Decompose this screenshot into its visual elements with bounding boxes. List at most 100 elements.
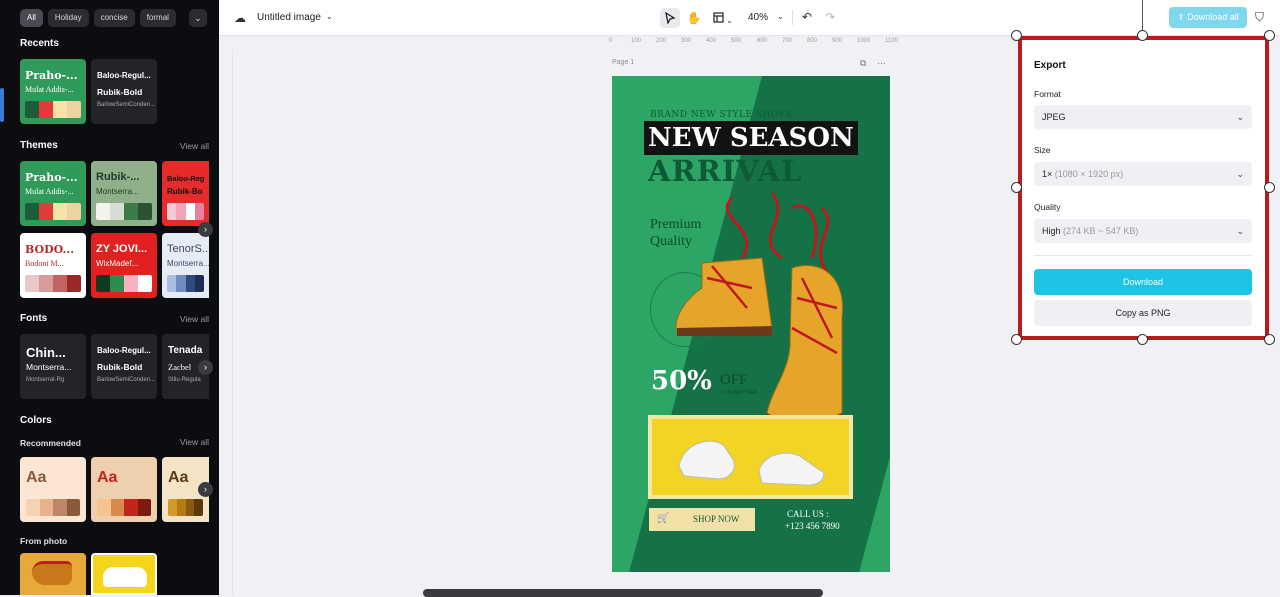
colors-title: Colors [20,415,52,426]
size-value: 1× [1042,169,1053,179]
redo-icon[interactable]: ↷ [825,10,835,24]
boots-image[interactable] [672,188,862,433]
export-panel: Export Format JPEG ⌄ Size 1× (1080 × 192… [1018,36,1269,340]
color-palette-card[interactable]: Aa [20,457,86,522]
recent-font-card[interactable]: Baloo-Regul... Rubik-Bold BarlowSemiCond… [91,59,157,124]
font-card[interactable]: Chin... Montserra... Montserrat-Rg [20,334,86,399]
undo-icon[interactable]: ↶ [802,10,812,24]
card-font-name: Praho-... [25,69,78,82]
ruler-tick: 500 [731,38,742,44]
photo-palette-thumbnail[interactable] [20,553,86,595]
download-all-label: Download all [1187,12,1239,22]
poster-contact[interactable]: CALL US : +123 456 7890 [785,508,840,532]
card-subfont-name: Bodoni M... [25,259,64,268]
ruler-tick: 700 [782,38,793,44]
poster-shop-now-button[interactable]: 🛒 SHOP NOW [649,508,755,531]
chevron-down-icon: ⌄ [1236,112,1244,122]
resize-handle-bottom[interactable] [1137,334,1148,345]
download-all-button[interactable]: ⇪ Download all [1169,7,1247,28]
ruler-tick: 400 [706,38,717,44]
recent-theme-card[interactable]: Praho-... Mulat Addis-... [20,59,86,124]
poster-page[interactable]: BRAND NEW STYLE SHOES NEW SEASON ARRIVAL… [612,76,890,572]
card-swatches [167,275,204,292]
copy-as-png-button[interactable]: Copy as PNG [1034,300,1252,326]
resize-handle-bottom-left[interactable] [1011,334,1022,345]
font-primary: Chin... [26,345,66,360]
layout-tool-icon[interactable]: ⌄ [709,8,737,28]
poster-sneaker-box[interactable] [648,415,853,499]
download-button[interactable]: Download [1034,269,1252,295]
resize-handle-top[interactable] [1137,30,1148,41]
cloud-icon[interactable]: ☁ [234,11,246,25]
font-tertiary: BarlowSemiConden... [97,377,156,383]
cart-icon: 🛒 [657,513,670,524]
chevron-down-icon: ⌄ [1236,226,1244,236]
ruler-tick: 200 [656,38,667,44]
sneaker-photo [652,419,849,495]
ruler-tick: 1000 [857,38,871,44]
themes-next-arrow-icon[interactable]: › [198,222,213,237]
colors-next-arrow-icon[interactable]: › [198,482,213,497]
resize-handle-top-left[interactable] [1011,30,1022,41]
theme-card[interactable]: Rubik-... Montserra... [91,161,157,226]
font-secondary: Zacbel [168,362,192,372]
fonts-next-arrow-icon[interactable]: › [198,360,213,375]
download-icon: ⇪ [1177,12,1188,22]
top-toolbar: ☁ Untitled image ⌄ ✋ ⌄ 40% ⌄ ↶ ↷ ⇪ Downl… [219,0,1280,36]
poster-off-label[interactable]: OFF [720,372,748,389]
chips-more-button[interactable]: ⌄ [188,9,207,27]
palette-swatches [26,499,80,516]
left-rail-indicator [0,88,4,122]
theme-card[interactable]: ZY JOVI... WixMadef... [91,233,157,298]
font-primary: Baloo-Regul... [97,71,151,80]
chevron-down-icon: ⌄ [1236,169,1244,179]
chevron-down-icon[interactable]: ⌄ [326,12,333,21]
fonts-view-all-link[interactable]: View all [180,314,209,324]
zoom-chevron-icon[interactable]: ⌄ [777,12,784,21]
poster-headline-arrival[interactable]: ARRIVAL [648,154,802,188]
theme-card[interactable]: TenorS... Montserra... [162,233,209,298]
resize-handle-right[interactable] [1264,182,1275,193]
ruler-tick: 0 [609,38,613,44]
theme-card[interactable]: Praho-... Mulat Addis-... [20,161,86,226]
size-detail: (1080 × 1920 px) [1054,169,1124,179]
quality-select[interactable]: High (274 KB ~ 547 KB) ⌄ [1034,219,1252,243]
more-options-icon[interactable]: ⋯ [877,58,886,68]
size-select[interactable]: 1× (1080 × 1920 px) ⌄ [1034,162,1252,186]
duplicate-page-icon[interactable]: ⧉ [860,58,866,68]
document-title[interactable]: Untitled image [257,12,321,23]
format-select[interactable]: JPEG ⌄ [1034,105,1252,129]
poster-discount-value[interactable]: 50% [651,366,712,396]
ruler-tick: 800 [807,38,818,44]
font-tertiary: Stilu-Regula [168,377,201,383]
font-card[interactable]: Baloo-Regul... Rubik-Bold BarlowSemiCond… [91,334,157,399]
rotate-handle-line [1142,0,1143,30]
chip-all[interactable]: All [20,9,43,27]
photo-palette-thumbnail[interactable] [91,553,157,595]
resize-handle-left[interactable] [1011,182,1022,193]
colors-view-all-link[interactable]: View all [180,437,209,447]
theme-card[interactable]: Baloo-Reg Rubik-Bo [162,161,209,226]
theme-card[interactable]: BODO... Bodoni M... [20,233,86,298]
card-font-name: Praho-... [25,171,78,184]
hand-tool-icon[interactable]: ✋ [684,8,704,28]
resize-handle-top-right[interactable] [1264,30,1275,41]
horizontal-ruler: 0 100 200 300 400 500 600 700 800 900 10… [609,36,909,48]
color-palette-card[interactable]: Aa [91,457,157,522]
chip-holiday[interactable]: Holiday [47,9,89,27]
themes-view-all-link[interactable]: View all [180,141,209,151]
card-subfont-name: Rubik-Bo [167,187,203,196]
shield-icon[interactable]: ⛉ [1255,10,1264,25]
quality-label: Quality [1034,202,1061,212]
font-secondary: Rubik-Bold [97,87,143,97]
chip-formal[interactable]: formal [139,9,176,27]
recents-title: Recents [20,38,59,49]
chip-concise[interactable]: concise [93,9,135,27]
bottom-scrollbar[interactable] [423,589,823,597]
resize-handle-bottom-right[interactable] [1264,334,1275,345]
select-tool-icon[interactable] [660,8,680,28]
poster-headline-new-season[interactable]: NEW SEASON [644,121,858,155]
zoom-level[interactable]: 40% [748,12,768,23]
sneaker-image [103,567,147,587]
font-tertiary: Montserrat-Rg [26,377,65,383]
